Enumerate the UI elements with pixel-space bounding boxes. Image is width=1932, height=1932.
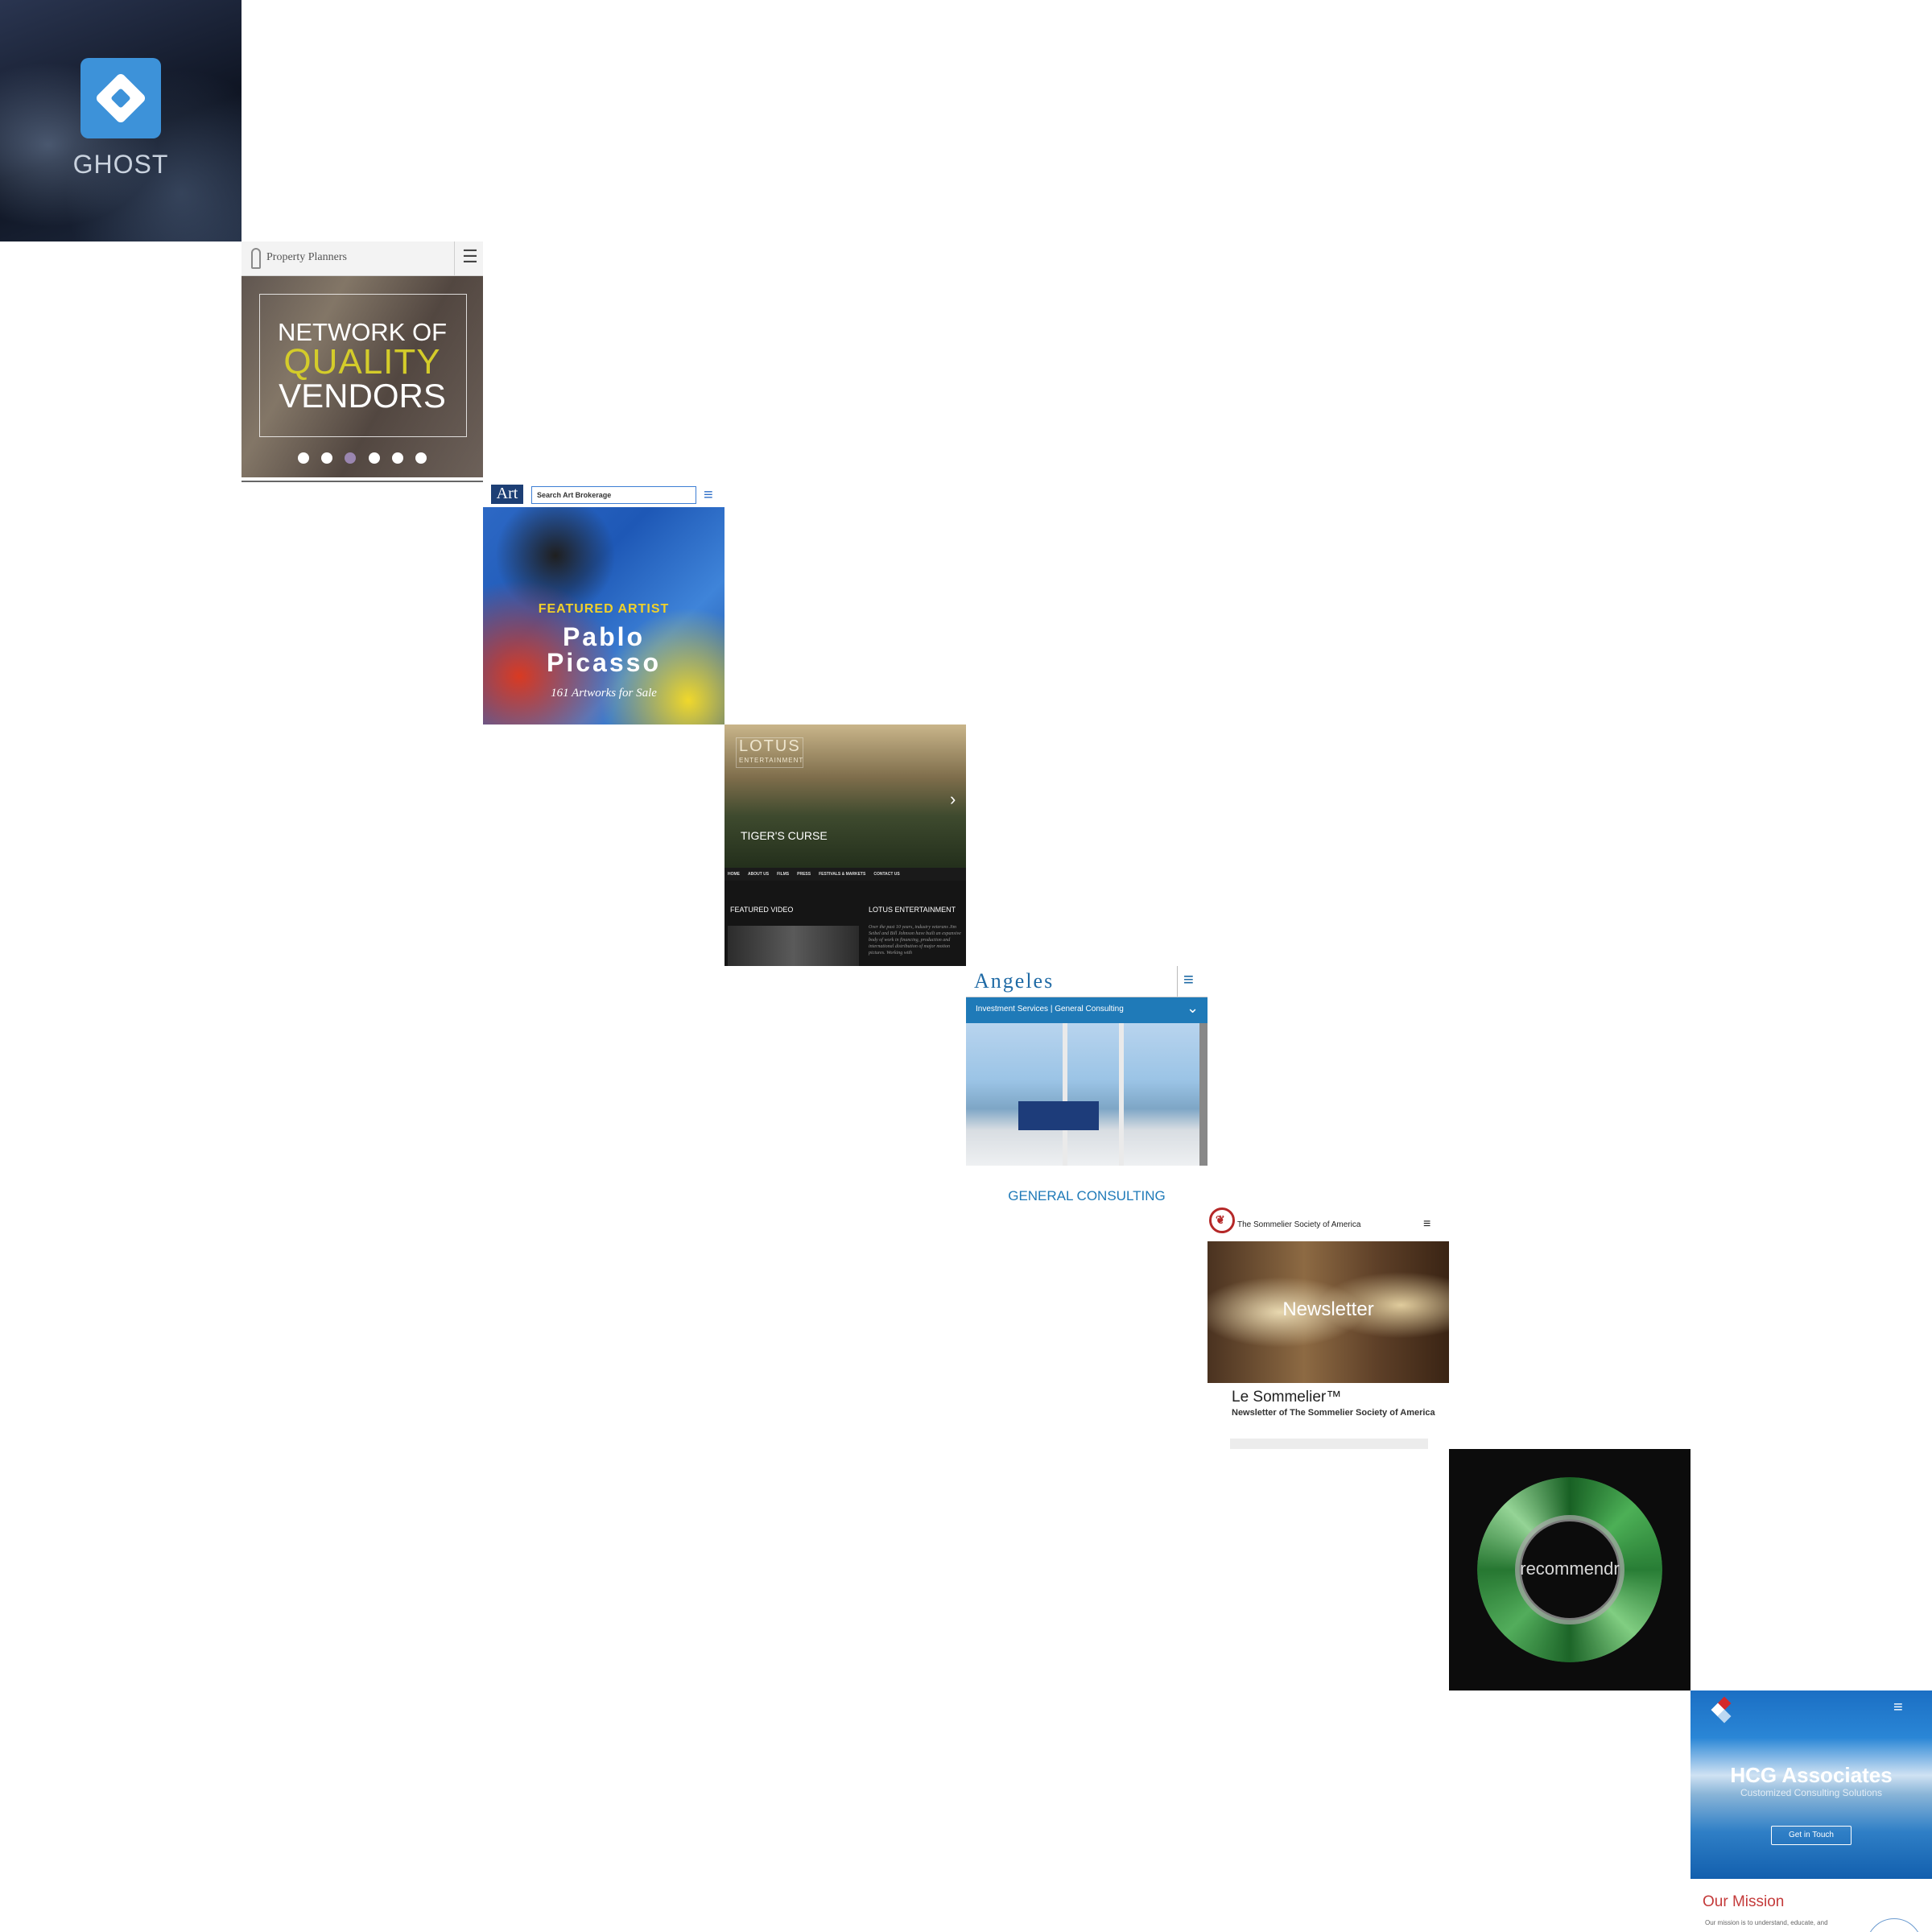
carousel-dots — [298, 452, 427, 465]
search-input[interactable]: Search Art Brokerage — [531, 486, 696, 504]
lotus-logo[interactable]: LOTUS — [739, 737, 801, 756]
carousel-dot-1[interactable] — [298, 452, 309, 464]
angeles-tile[interactable]: Angeles ≡ Investment Services | General … — [966, 966, 1208, 1208]
office-photo — [966, 1023, 1208, 1166]
hero-title: HCG Associates — [1730, 1763, 1893, 1787]
menu-divider — [1177, 966, 1178, 997]
mission-text: Our mission is to understand, educate, a… — [1705, 1919, 1828, 1926]
chevron-down-icon[interactable]: ⌄ — [1187, 1000, 1199, 1017]
scrollbar[interactable] — [1199, 1023, 1208, 1166]
recommendr-wordmark: recommendr — [1520, 1558, 1620, 1579]
carousel-dot-5[interactable] — [391, 452, 403, 464]
carousel-dot-2[interactable] — [321, 452, 333, 464]
angeles-logo[interactable]: Angeles — [974, 969, 1054, 993]
artist-last-name[interactable]: Picasso — [483, 648, 724, 678]
bottom-rule — [242, 481, 483, 482]
newsletter-title[interactable]: Le Sommelier™ — [1232, 1389, 1341, 1406]
hero-tagline: Customized Consulting Solutions — [1740, 1787, 1883, 1798]
menu-divider — [454, 242, 455, 275]
nav-films[interactable]: FILMS — [777, 872, 789, 877]
monitor-image — [1018, 1101, 1099, 1130]
artwork-count[interactable]: 161 Artworks for Sale — [483, 687, 724, 700]
grape-icon: ❦ — [1216, 1213, 1225, 1226]
nav-festivals[interactable]: FESTIVALS & MARKETS — [819, 872, 865, 877]
hamburger-menu-icon[interactable]: ☰ — [459, 246, 481, 267]
art-logo[interactable]: Art — [491, 485, 523, 504]
about-paragraph: Over the past 10 years, industry veteran… — [869, 925, 961, 956]
nav-press[interactable]: PRESS — [797, 872, 811, 877]
about-heading: LOTUS ENTERTAINMENT — [869, 906, 956, 914]
property-planners-tile[interactable]: Property Planners ☰ NETWORK OF QUALITY V… — [242, 242, 483, 483]
hamburger-menu-icon[interactable]: ≡ — [1423, 1217, 1430, 1232]
hamburger-menu-icon[interactable]: ≡ — [1183, 969, 1194, 990]
decorative-circle — [1866, 1918, 1922, 1932]
subnav-label: Investment Services | General Consulting — [976, 1005, 1124, 1013]
ghost-logo-icon — [80, 58, 161, 138]
carousel-dot-3[interactable] — [345, 452, 357, 464]
hero-headline-line-3: VENDORS — [279, 377, 446, 415]
brand-name[interactable]: The Sommelier Society of America — [1237, 1220, 1360, 1229]
main-nav: HOME ABOUT US FILMS PRESS FESTIVALS & MA… — [724, 868, 966, 881]
brand-name[interactable]: Property Planners — [266, 251, 347, 264]
video-thumbnail[interactable] — [728, 926, 859, 966]
featured-label: FEATURED ARTIST — [538, 602, 670, 616]
featured-video-heading: FEATURED VIDEO — [730, 906, 794, 914]
next-arrow-icon[interactable]: › — [950, 789, 956, 810]
get-in-touch-button[interactable]: Get in Touch — [1771, 1826, 1852, 1845]
hamburger-menu-icon[interactable]: ≡ — [1893, 1699, 1903, 1717]
nav-contact[interactable]: CONTACT US — [873, 872, 899, 877]
ghost-title: GHOST — [72, 150, 169, 179]
carousel-dot-4[interactable] — [368, 452, 380, 464]
nav-about[interactable]: ABOUT US — [748, 872, 769, 877]
window-frame — [1063, 1023, 1067, 1166]
hero-title: Newsletter — [1282, 1298, 1374, 1320]
recommendr-tile[interactable]: recommendr — [1449, 1449, 1690, 1690]
sommelier-society-tile[interactable]: ❦ The Sommelier Society of America ≡ New… — [1208, 1208, 1449, 1449]
card-footer — [1230, 1439, 1428, 1449]
hcg-associates-tile[interactable]: ≡ HCG Associates Customized Consulting S… — [1690, 1690, 1932, 1932]
section-heading: GENERAL CONSULTING — [1008, 1188, 1166, 1203]
hamburger-menu-icon[interactable]: ≡ — [704, 486, 713, 505]
lighthouse-icon — [251, 248, 261, 269]
film-title[interactable]: TIGER'S CURSE — [741, 829, 828, 842]
carousel-dot-6[interactable] — [415, 452, 427, 464]
art-brokerage-tile[interactable]: Art Search Art Brokerage ≡ FEATURED ARTI… — [483, 483, 724, 724]
newsletter-subtitle: Newsletter of The Sommelier Society of A… — [1232, 1408, 1435, 1418]
window-frame — [1119, 1023, 1124, 1166]
mission-heading: Our Mission — [1703, 1893, 1785, 1910]
lotus-logo-sub: ENTERTAINMENT — [739, 757, 804, 764]
nav-home[interactable]: HOME — [728, 872, 740, 877]
lotus-entertainment-tile[interactable]: LOTUS ENTERTAINMENT TIGER'S CURSE › HOME… — [724, 724, 966, 966]
ghost-tile[interactable]: GHOST — [0, 0, 242, 242]
